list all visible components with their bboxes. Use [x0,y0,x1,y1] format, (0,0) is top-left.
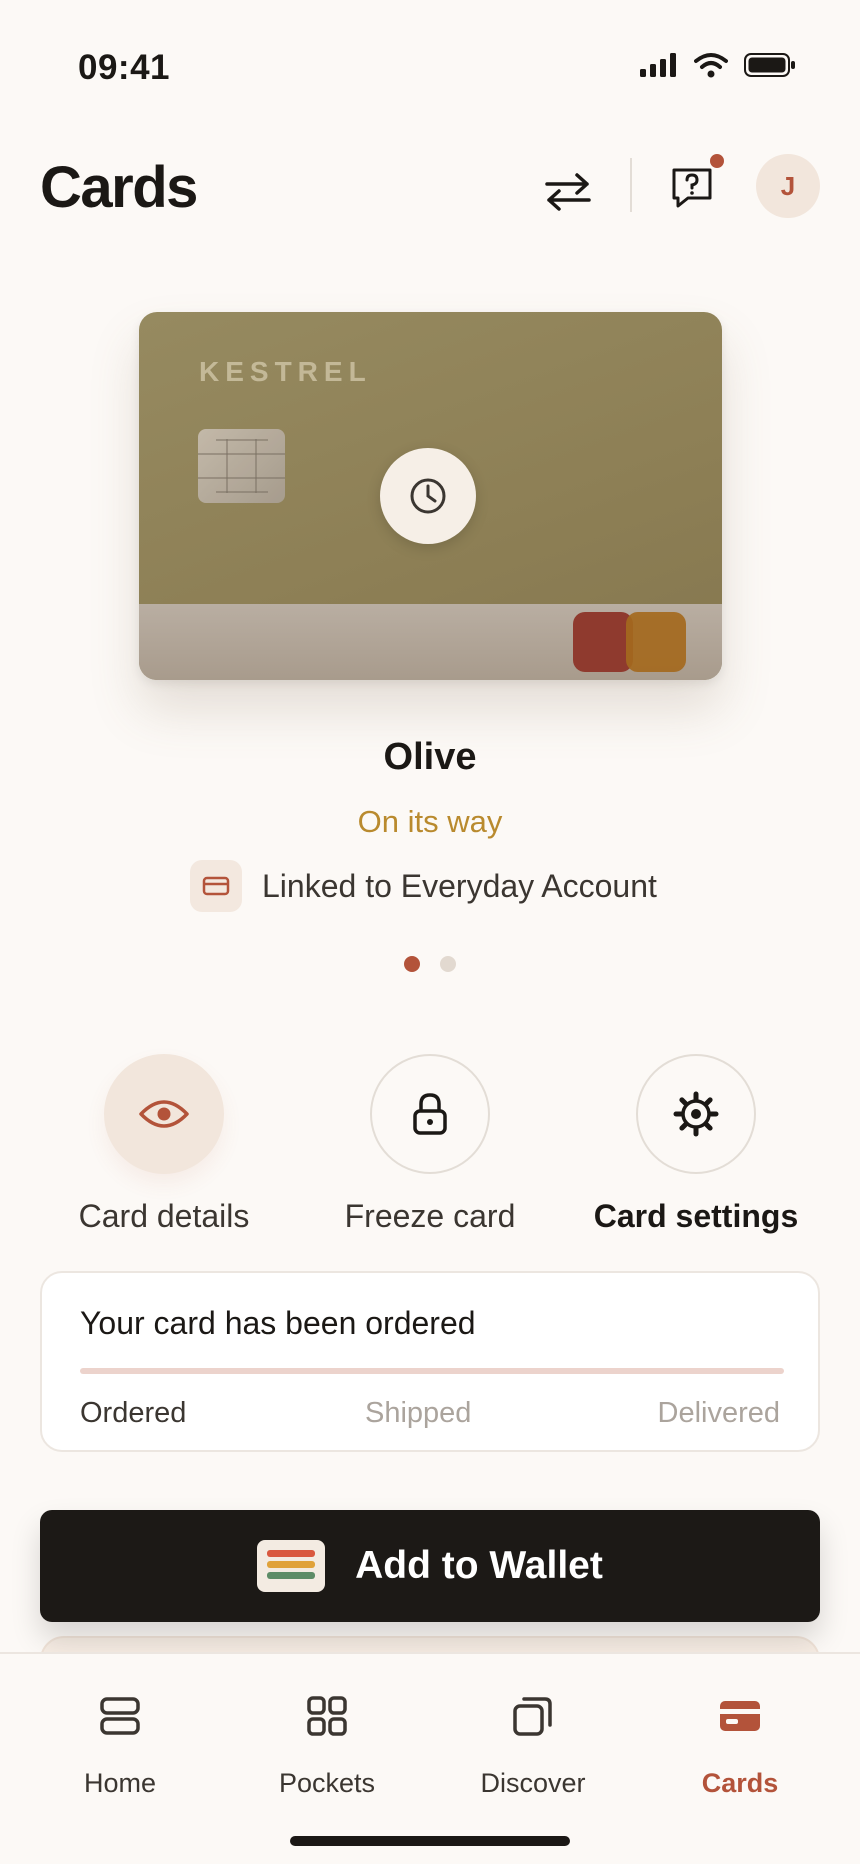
linked-account-text: Linked to Everyday Account [262,867,657,904]
home-icon [100,1697,140,1735]
order-step-ordered: Ordered [80,1397,187,1429]
card-status-text: On its way [357,804,503,839]
home-indicator [290,1836,570,1846]
order-status-card: Your card has been ordered Ordered Shipp… [40,1271,820,1452]
tab-pockets[interactable]: Pockets [227,1686,427,1799]
header-divider [630,158,632,212]
card-details-circle[interactable] [104,1054,224,1174]
add-to-wallet-button[interactable]: Add to Wallet [40,1510,820,1622]
card-details-button[interactable]: Card details [44,1054,284,1235]
status-icons [640,52,796,78]
discover-icon [513,1697,552,1736]
card-name: Olive [383,736,477,778]
signal-icon [640,53,676,77]
card-chip [198,429,285,503]
pager-dot-active[interactable] [404,956,420,972]
page-title: Cards [40,155,198,220]
order-step-shipped: Shipped [365,1397,472,1429]
wifi-icon [694,53,728,78]
order-progress-track [80,1368,784,1374]
card-settings-circle[interactable] [636,1054,756,1174]
help-chat-icon [672,168,712,208]
tab-bar: Home Pockets Discover Cards [0,1652,860,1864]
transfer-arrows-icon [545,173,591,211]
card-pager[interactable] [0,956,860,972]
tab-home[interactable]: Home [20,1686,220,1799]
pockets-icon [307,1696,347,1736]
avatar[interactable]: J [756,154,820,218]
order-step-delivered: Delivered [657,1397,781,1429]
eye-icon [139,1100,189,1128]
tab-cards-label: Cards [701,1768,779,1798]
card-visual[interactable]: KESTREL [139,312,722,680]
cards-icon [720,1701,760,1731]
order-title: Your card has been ordered [80,1305,476,1341]
tab-home-label: Home [83,1768,157,1798]
notification-dot [708,152,726,170]
card-network-logo-left [573,612,633,672]
wallet-icon [257,1540,326,1592]
card-network-logo-right [626,612,686,672]
card-settings-button[interactable]: Card settings [576,1054,816,1235]
header: Cards J [0,140,860,240]
pager-dot[interactable] [440,956,456,972]
linked-account-row: Linked to Everyday Account [190,860,657,912]
card-settings-label: Card settings [593,1198,799,1234]
clock-icon [410,478,446,514]
freeze-card-label: Freeze card [344,1198,516,1234]
account-card-icon [190,860,242,912]
card-pending-badge [380,448,476,544]
status-time: 09:41 [78,48,171,87]
status-bar: 09:41 [0,0,860,140]
gear-icon [673,1091,719,1137]
tab-discover-label: Discover [480,1768,586,1798]
add-to-wallet-label: Add to Wallet [355,1544,603,1587]
card-brand: KESTREL [199,356,372,387]
lock-icon [413,1093,447,1135]
tab-discover[interactable]: Discover [433,1686,633,1799]
card-details-label: Card details [78,1198,250,1234]
freeze-card-circle[interactable] [370,1054,490,1174]
battery-icon [744,53,795,77]
tab-pockets-label: Pockets [278,1768,376,1798]
transfer-button[interactable] [538,162,598,222]
freeze-card-button[interactable]: Freeze card [310,1054,550,1235]
tab-cards[interactable]: Cards [640,1686,840,1799]
